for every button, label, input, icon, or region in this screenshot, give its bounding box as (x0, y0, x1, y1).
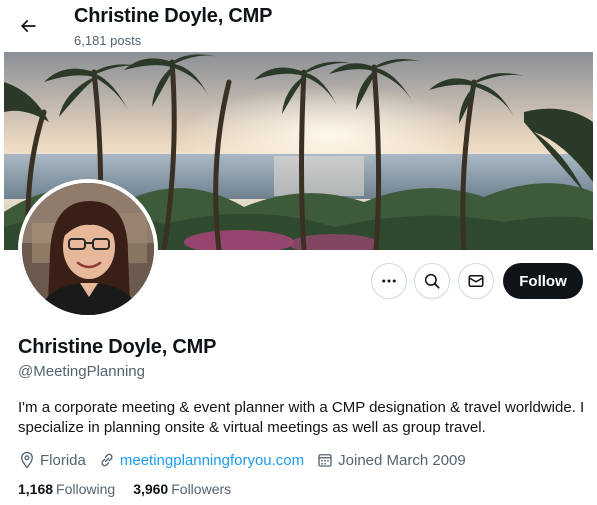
profile-avatar[interactable] (18, 179, 158, 319)
header-post-count: 6,181 posts (74, 33, 142, 48)
profile-header-bar: Christine Doyle, CMP 6,181 posts (0, 0, 597, 52)
more-options-button[interactable] (371, 263, 407, 299)
ellipsis-icon (382, 279, 396, 283)
location-item: Florida (18, 451, 86, 469)
following-count: 1,168 (18, 481, 54, 497)
followers-label: Followers (171, 481, 232, 497)
following-link[interactable]: 1,168 Following (18, 481, 115, 497)
follow-stats: 1,168 Following 3,960 Followers (18, 481, 249, 497)
profile-bio: I'm a corporate meeting & event planner … (18, 399, 585, 436)
followers-count: 3,960 (133, 481, 169, 497)
envelope-icon (468, 275, 484, 287)
arrow-left-icon (20, 19, 36, 33)
profile-handle: @MeetingPlanning (18, 363, 145, 380)
profile-display-name: Christine Doyle, CMP (18, 336, 217, 358)
joined-text: Joined March 2009 (338, 451, 466, 469)
header-profile-name: Christine Doyle, CMP (74, 5, 273, 27)
following-label: Following (56, 481, 116, 497)
location-text: Florida (40, 451, 86, 469)
follow-button[interactable]: Follow (503, 263, 583, 299)
search-profile-button[interactable] (414, 263, 450, 299)
link-icon (101, 453, 113, 467)
back-button[interactable] (12, 10, 44, 42)
message-button[interactable] (458, 263, 494, 299)
search-icon (424, 273, 440, 289)
joined-item: Joined March 2009 (316, 451, 466, 469)
location-pin-icon (21, 451, 33, 469)
website-item: meetingplanningforyou.com (98, 451, 304, 469)
website-link[interactable]: meetingplanningforyou.com (120, 452, 304, 469)
profile-meta-row: Florida meetingplanningforyou.com Joined… (18, 450, 478, 470)
calendar-icon (318, 454, 332, 467)
followers-link[interactable]: 3,960 Followers (133, 481, 231, 497)
